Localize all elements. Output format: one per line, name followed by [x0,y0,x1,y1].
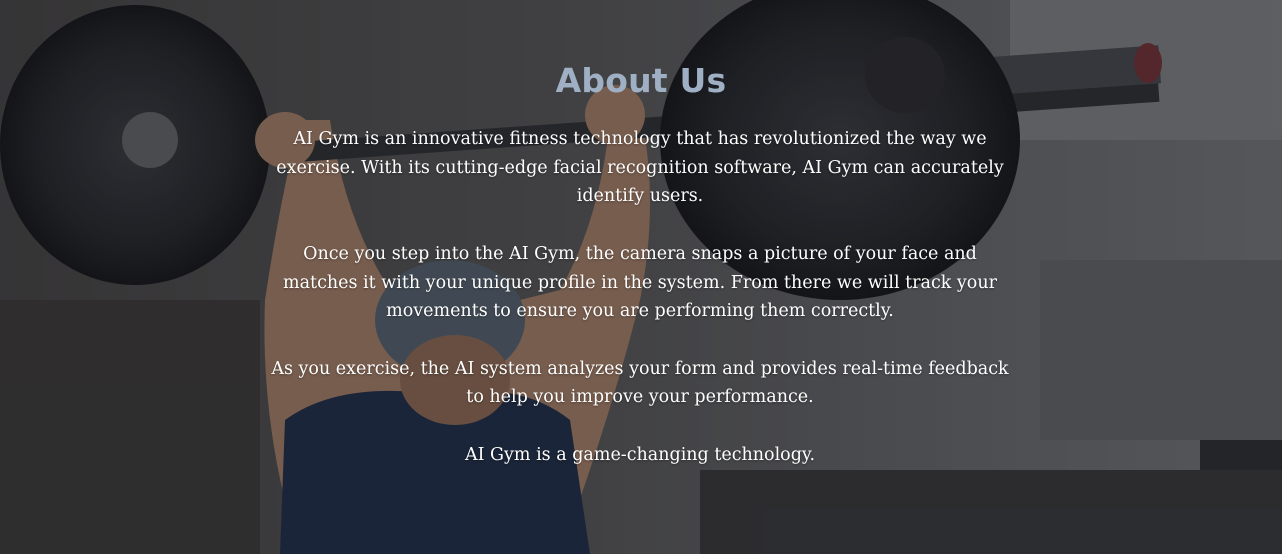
about-body: AI Gym is an innovative fitness technolo… [266,125,1014,498]
about-paragraph-4: AI Gym is a game-changing technology. [464,444,816,465]
about-section: About Us AI Gym is an innovative fitness… [0,0,1282,554]
about-paragraph-3: As you exercise, the AI system analyzes … [271,358,1009,408]
about-paragraph-1: AI Gym is an innovative fitness technolo… [276,129,1004,207]
about-title: About Us [555,61,727,100]
about-paragraph-2: Once you step into the AI Gym, the camer… [283,243,997,322]
